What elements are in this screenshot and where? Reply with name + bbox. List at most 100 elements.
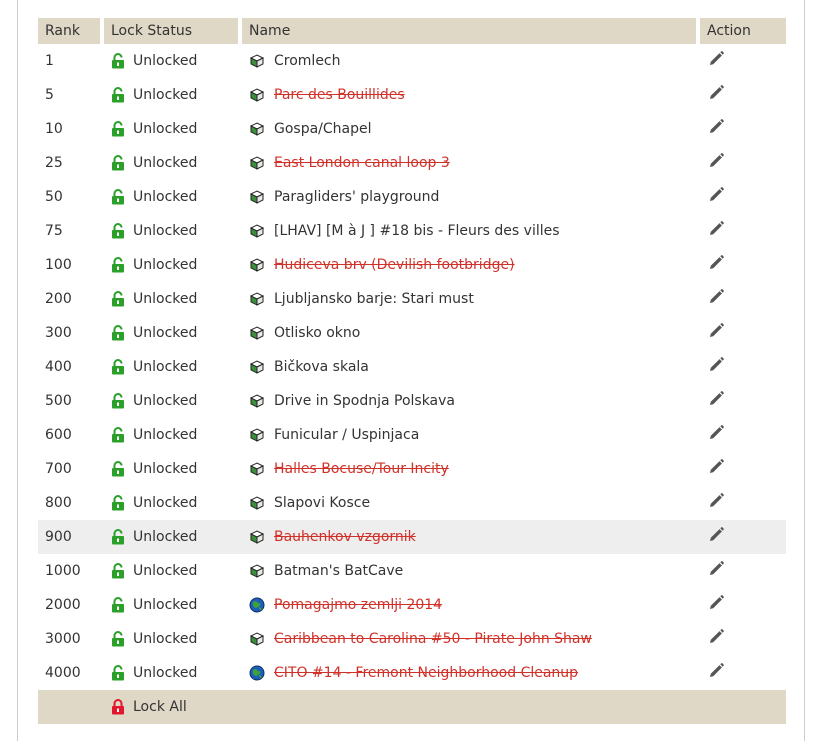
unlocked-lock-icon: [112, 291, 124, 307]
traditional-cache-icon: [249, 564, 265, 578]
cache-name-link[interactable]: Batman's BatCave: [274, 563, 403, 579]
lock-status-cell: Unlocked: [104, 282, 242, 316]
cache-name-link[interactable]: Gospa/Chapel: [274, 121, 372, 137]
cache-name-link[interactable]: Bičkova skala: [274, 359, 369, 375]
edit-pencil-icon[interactable]: [707, 152, 725, 170]
edit-pencil-icon[interactable]: [707, 390, 725, 408]
action-cell: [700, 44, 786, 78]
lock-status-cell: Unlocked: [104, 486, 242, 520]
header-lock-status: Lock Status: [104, 18, 242, 44]
edit-pencil-icon[interactable]: [707, 254, 725, 272]
edit-pencil-icon[interactable]: [707, 288, 725, 306]
edit-pencil-icon[interactable]: [707, 220, 725, 238]
cache-name-link[interactable]: [LHAV] [M à J ] #18 bis - Fleurs des vil…: [274, 223, 560, 239]
cache-name-link[interactable]: Paragliders' playground: [274, 189, 439, 205]
cache-name-link[interactable]: CITO #14 - Fremont Neighborhood Cleanup: [274, 665, 578, 681]
rank-cell: 2000: [38, 588, 104, 622]
rank-value: 4000: [45, 665, 81, 681]
unlocked-lock-icon: [112, 121, 124, 137]
edit-pencil-icon[interactable]: [707, 526, 725, 544]
edit-pencil-icon[interactable]: [707, 458, 725, 476]
lock-status-text: Unlocked: [133, 87, 198, 103]
traditional-cache-icon: [249, 462, 265, 476]
rank-cell: 25: [38, 146, 104, 180]
unlocked-lock-icon: [112, 461, 124, 477]
action-cell: [700, 316, 786, 350]
rank-value: 700: [45, 461, 72, 477]
name-cell: Batman's BatCave: [242, 554, 700, 588]
lock-status-cell: Unlocked: [104, 350, 242, 384]
action-cell: [700, 282, 786, 316]
rank-value: 10: [45, 121, 63, 137]
lock-status-cell: Unlocked: [104, 180, 242, 214]
rank-cell: 900: [38, 520, 104, 554]
edit-pencil-icon[interactable]: [707, 84, 725, 102]
rank-value: 100: [45, 257, 72, 273]
cache-name-link[interactable]: East London canal loop 3: [274, 155, 450, 171]
name-cell: Drive in Spodnja Polskava: [242, 384, 700, 418]
lock-status-cell: Unlocked: [104, 520, 242, 554]
lock-status-cell: Unlocked: [104, 384, 242, 418]
table-row: 800 Unlocked Slapovi Kosce: [38, 486, 786, 520]
lock-status-cell: Unlocked: [104, 452, 242, 486]
lock-all-button[interactable]: Lock All: [111, 699, 779, 715]
edit-pencil-icon[interactable]: [707, 424, 725, 442]
table-row: 4000 Unlocked CITO #14 - Fremont Neighborh…: [38, 656, 786, 690]
action-cell: [700, 112, 786, 146]
edit-pencil-icon[interactable]: [707, 118, 725, 136]
action-cell: [700, 78, 786, 112]
cache-name-link[interactable]: Otlisko okno: [274, 325, 360, 341]
edit-pencil-icon[interactable]: [707, 662, 725, 680]
edit-pencil-icon[interactable]: [707, 492, 725, 510]
lock-status-text: Unlocked: [133, 529, 198, 545]
edit-pencil-icon[interactable]: [707, 322, 725, 340]
edit-pencil-icon[interactable]: [707, 628, 725, 646]
cache-name-link[interactable]: Parc des Bouillides: [274, 87, 405, 103]
unlocked-lock-icon: [112, 597, 124, 613]
cache-name-link[interactable]: Funicular / Uspinjaca: [274, 427, 419, 443]
lock-status-cell: Unlocked: [104, 78, 242, 112]
rank-value: 800: [45, 495, 72, 511]
table-row: 25 Unlocked East London canal loop 3: [38, 146, 786, 180]
cache-name-link[interactable]: Halles Bocuse/Tour Incity: [274, 461, 449, 477]
lock-status-text: Unlocked: [133, 155, 198, 171]
traditional-cache-icon: [249, 496, 265, 510]
name-cell: Slapovi Kosce: [242, 486, 700, 520]
cache-name-link[interactable]: Caribbean to Carolina #50 - Pirate John …: [274, 631, 592, 647]
action-cell: [700, 418, 786, 452]
lock-status-cell: Unlocked: [104, 248, 242, 282]
unlocked-lock-icon: [112, 393, 124, 409]
rank-value: 25: [45, 155, 63, 171]
header-rank: Rank: [38, 18, 104, 44]
unlocked-lock-icon: [112, 53, 124, 69]
edit-pencil-icon[interactable]: [707, 50, 725, 68]
locked-lock-icon: [112, 699, 124, 715]
unlocked-lock-icon: [112, 189, 124, 205]
rank-cell: 1000: [38, 554, 104, 588]
traditional-cache-icon: [249, 224, 265, 238]
rank-value: 2000: [45, 597, 81, 613]
cache-name-link[interactable]: Hudiceva brv (Devilish footbridge): [274, 257, 515, 273]
lock-status-text: Unlocked: [133, 427, 198, 443]
cache-name-link[interactable]: Pomagajmo zemlji 2014: [274, 597, 442, 613]
cache-name-link[interactable]: Cromlech: [274, 53, 341, 69]
cache-name-link[interactable]: Ljubljansko barje: Stari must: [274, 291, 474, 307]
name-cell: Bauhenkov vzgornik: [242, 520, 700, 554]
unlocked-lock-icon: [112, 87, 124, 103]
rank-value: 75: [45, 223, 63, 239]
rank-value: 50: [45, 189, 63, 205]
rank-value: 400: [45, 359, 72, 375]
edit-pencil-icon[interactable]: [707, 560, 725, 578]
name-cell: Paragliders' playground: [242, 180, 700, 214]
unlocked-lock-icon: [112, 563, 124, 579]
action-cell: [700, 588, 786, 622]
cache-name-link[interactable]: Drive in Spodnja Polskava: [274, 393, 455, 409]
edit-pencil-icon[interactable]: [707, 356, 725, 374]
edit-pencil-icon[interactable]: [707, 186, 725, 204]
edit-pencil-icon[interactable]: [707, 594, 725, 612]
rank-cell: 5: [38, 78, 104, 112]
cache-name-link[interactable]: Bauhenkov vzgornik: [274, 529, 416, 545]
rankings-panel: Rank Lock Status Name Action 1 Unlocked Cr…: [17, 0, 805, 741]
cache-name-link[interactable]: Slapovi Kosce: [274, 495, 370, 511]
traditional-cache-icon: [249, 394, 265, 408]
